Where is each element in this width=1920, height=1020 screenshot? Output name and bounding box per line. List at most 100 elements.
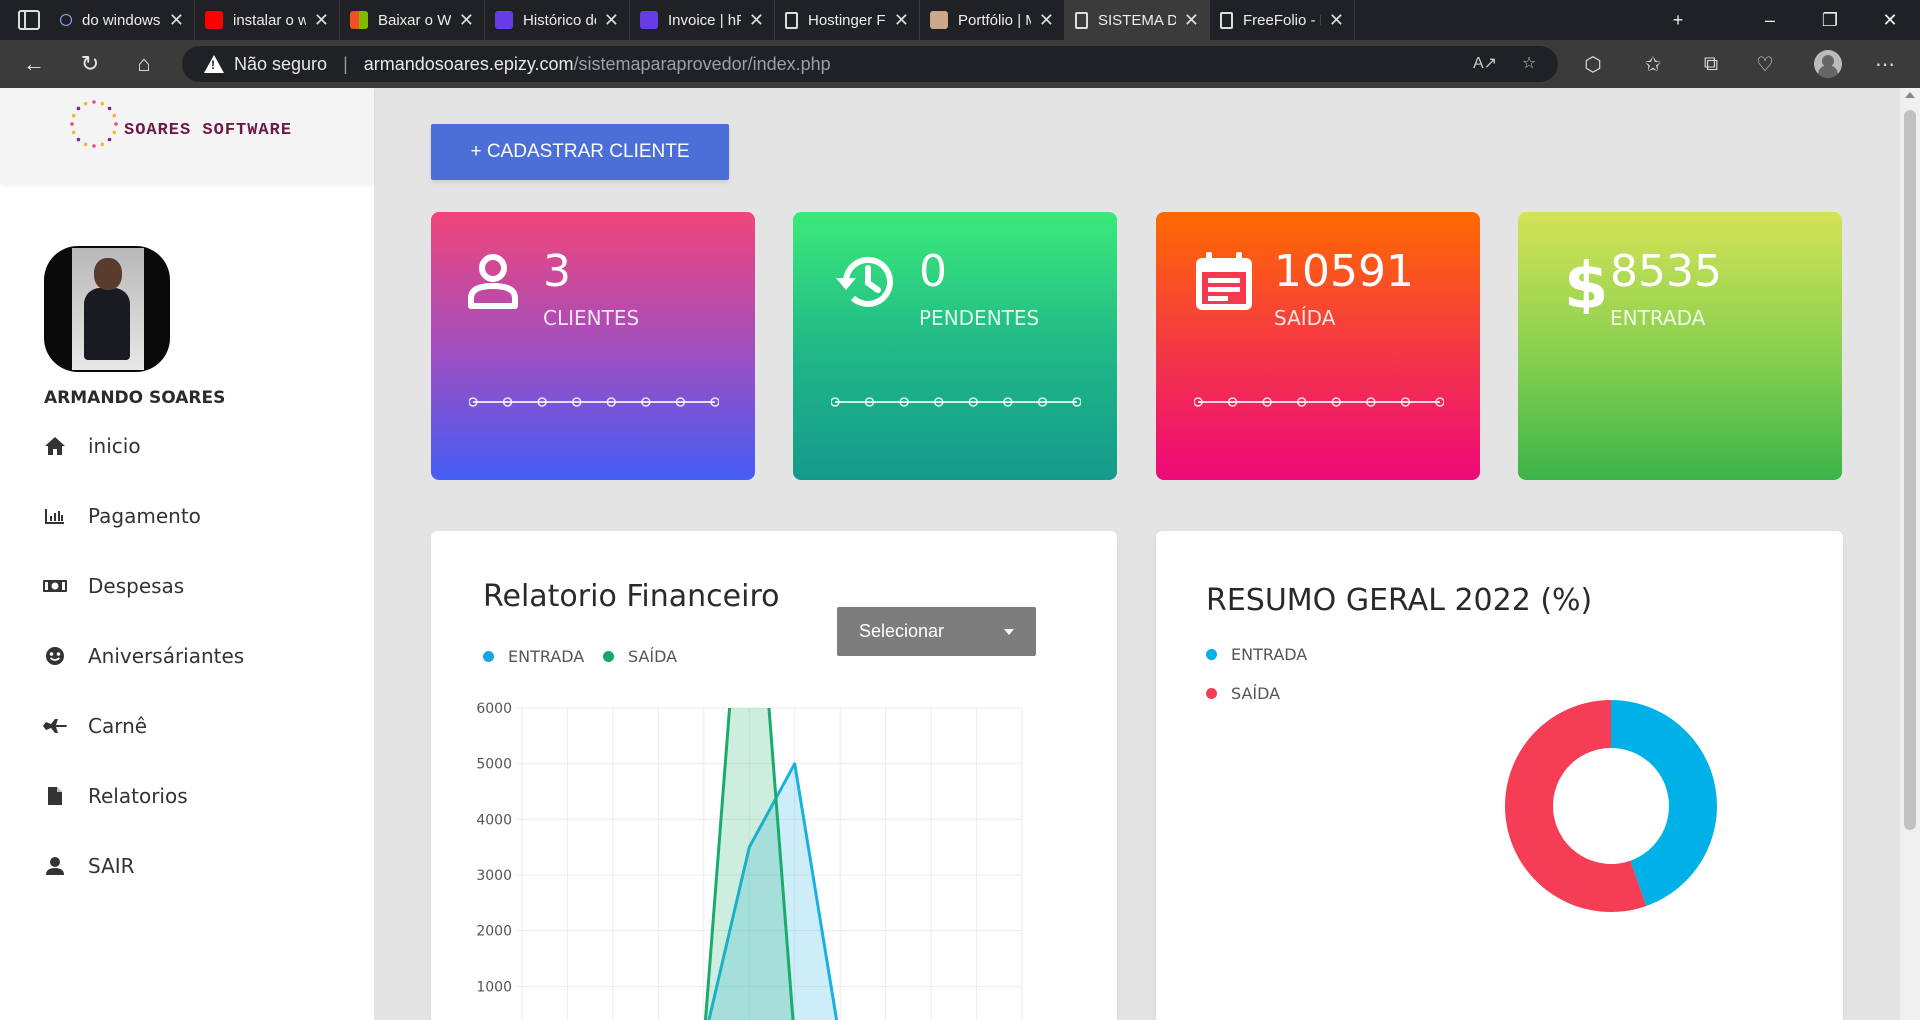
plane-icon xyxy=(42,715,68,737)
legend-label: SAÍDA xyxy=(1231,684,1281,703)
more-menu-icon[interactable]: ⋯ xyxy=(1868,48,1902,80)
browser-tab[interactable]: do windows 1 ✕ xyxy=(50,0,195,40)
tab-title: Baixar o Wind xyxy=(378,11,451,29)
summary-donut-chart xyxy=(1505,700,1717,912)
close-tab-icon[interactable]: ✕ xyxy=(1184,10,1199,31)
stat-card-entrada[interactable]: $ 8535 ENTRADA xyxy=(1518,212,1842,480)
add-client-button[interactable]: + CADASTRAR CLIENTE xyxy=(431,124,729,180)
stat-value: 0 xyxy=(919,246,947,297)
new-tab-button[interactable]: + xyxy=(1648,0,1708,40)
stat-card-clientes[interactable]: 3 CLIENTES xyxy=(431,212,755,480)
profile-avatar[interactable] xyxy=(1814,50,1842,78)
dollar-icon: $ xyxy=(1564,250,1609,314)
close-tab-icon[interactable]: ✕ xyxy=(1329,10,1344,31)
bar-chart-icon xyxy=(42,505,68,527)
scroll-up-icon[interactable] xyxy=(1905,92,1915,98)
home-icon xyxy=(42,435,68,457)
tab-title: SISTEMA DE C xyxy=(1098,11,1176,29)
stat-value: 10591 xyxy=(1274,246,1414,297)
maximize-button[interactable]: ❐ xyxy=(1800,0,1860,40)
browser-tab[interactable]: Hostinger File ✕ xyxy=(775,0,920,40)
collections-icon[interactable]: ⧉ xyxy=(1694,48,1728,80)
browser-tab[interactable]: Portfólio | Mat ✕ xyxy=(920,0,1065,40)
warning-icon xyxy=(204,55,224,73)
close-tab-icon[interactable]: ✕ xyxy=(169,10,184,31)
close-tab-icon[interactable]: ✕ xyxy=(894,10,909,31)
sidebar: SOARES SOFTWARE ARMANDO SOARES inicio Pa… xyxy=(0,88,374,1020)
nav-item-despesas[interactable]: Despesas xyxy=(42,571,184,601)
page-scrollbar[interactable] xyxy=(1900,88,1920,1020)
legend-label: SAÍDA xyxy=(628,647,678,666)
url-field[interactable]: Não seguro | armandosoares.epizy.com/sis… xyxy=(182,46,1558,82)
close-tab-icon[interactable]: ✕ xyxy=(604,10,619,31)
close-tab-icon[interactable]: ✕ xyxy=(459,10,474,31)
tab-title: FreeFolio - Fre xyxy=(1243,11,1321,29)
close-tab-icon[interactable]: ✕ xyxy=(314,10,329,31)
browser-tab[interactable]: FreeFolio - Fre ✕ xyxy=(1210,0,1355,40)
reload-icon[interactable]: ↻ xyxy=(74,48,106,80)
report-title: Relatorio Financeiro xyxy=(483,579,780,614)
nav-item-aniversariantes[interactable]: Aniversáriantes xyxy=(42,641,244,671)
stat-value: 3 xyxy=(543,246,571,297)
search-icon xyxy=(60,14,72,26)
browser-tab[interactable]: Baixar o Wind ✕ xyxy=(340,0,485,40)
logo-header[interactable]: SOARES SOFTWARE xyxy=(0,88,374,184)
y-tick-label: 5000 xyxy=(476,757,512,773)
home-icon[interactable]: ⌂ xyxy=(128,48,160,80)
browser-tab[interactable]: Histórico de p ✕ xyxy=(485,0,630,40)
y-tick-label: 4000 xyxy=(476,812,512,828)
close-window-button[interactable]: ✕ xyxy=(1860,0,1920,40)
money-icon xyxy=(42,575,68,597)
sparkline xyxy=(1194,397,1444,407)
health-icon[interactable]: ♡ xyxy=(1748,48,1782,80)
nav-label: Pagamento xyxy=(88,504,201,528)
browser-tab[interactable]: instalar o wind ✕ xyxy=(195,0,340,40)
y-tick-label: 3000 xyxy=(476,868,512,884)
url-separator: | xyxy=(343,53,348,74)
scrollbar-thumb[interactable] xyxy=(1904,110,1916,830)
browser-tab-bar: do windows 1✕instalar o wind✕Baixar o Wi… xyxy=(0,0,1920,40)
file-icon xyxy=(42,785,68,807)
minimize-button[interactable]: – xyxy=(1740,0,1800,40)
nav-item-carne[interactable]: Carnê xyxy=(42,711,147,741)
sparkline xyxy=(469,397,719,407)
favorites-icon[interactable]: ✩ xyxy=(1636,48,1670,80)
nav-item-pagamento[interactable]: Pagamento xyxy=(42,501,201,531)
nav-label: Despesas xyxy=(88,574,185,598)
extensions-icon[interactable]: ⬡ xyxy=(1576,48,1610,80)
nav-label: Aniversáriantes xyxy=(88,644,245,668)
financial-area-chart: 0100020003000400050006000JFMAMJJASOND xyxy=(476,701,1023,1020)
stat-card-saida[interactable]: 10591 SAÍDA xyxy=(1156,212,1480,480)
close-tab-icon[interactable]: ✕ xyxy=(749,10,764,31)
tab-title: do windows 1 xyxy=(82,11,161,29)
nav-label: Carnê xyxy=(88,714,148,738)
browser-tab[interactable]: Invoice | hPan ✕ xyxy=(630,0,775,40)
stat-value: 8535 xyxy=(1610,246,1722,297)
tab-title: Invoice | hPan xyxy=(668,11,741,29)
user-name: ARMANDO SOARES xyxy=(44,388,226,408)
back-icon[interactable]: ← xyxy=(18,48,50,80)
legend-label: ENTRADA xyxy=(1231,645,1308,664)
period-select[interactable]: Selecionar xyxy=(837,607,1036,656)
close-tab-icon[interactable]: ✕ xyxy=(1039,10,1054,31)
add-favorite-icon[interactable]: ☆ xyxy=(1514,48,1544,78)
brand-name: SOARES SOFTWARE xyxy=(124,121,293,140)
user-icon xyxy=(468,254,518,309)
nav-label: inicio xyxy=(88,434,141,458)
url-path: /sistemaparaprovedor/index.php xyxy=(573,53,831,74)
page-icon xyxy=(785,11,798,29)
select-label: Selecionar xyxy=(859,621,945,641)
read-aloud-icon[interactable]: A↗ xyxy=(1470,48,1500,78)
workspaces-icon[interactable] xyxy=(18,10,40,30)
user-icon xyxy=(42,855,68,877)
security-label[interactable]: Não seguro xyxy=(234,54,327,75)
nav-item-inicio[interactable]: inicio xyxy=(42,431,141,461)
stat-card-pendentes[interactable]: 0 PENDENTES xyxy=(793,212,1117,480)
nav-item-relatorios[interactable]: Relatorios xyxy=(42,781,188,811)
caret-down-icon xyxy=(1004,629,1014,635)
page-viewport: SOARES SOFTWARE ARMANDO SOARES inicio Pa… xyxy=(0,88,1920,1020)
nav-item-sair[interactable]: SAIR xyxy=(42,851,135,881)
browser-tab[interactable]: SISTEMA DE C ✕ xyxy=(1065,0,1210,40)
browser-address-bar: ← ↻ ⌂ Não seguro | armandosoares.epizy.c… xyxy=(0,40,1920,88)
history-icon xyxy=(836,256,893,307)
